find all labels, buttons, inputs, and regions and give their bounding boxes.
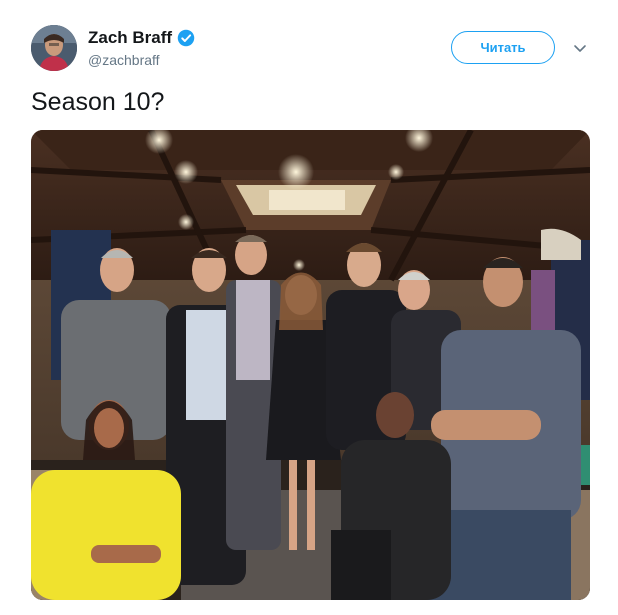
- avatar[interactable]: [31, 25, 77, 71]
- avatar-photo: [31, 25, 77, 71]
- tweet-photo[interactable]: [31, 130, 590, 600]
- verified-badge-icon: [177, 29, 195, 47]
- group-photo: [31, 130, 590, 600]
- user-handle[interactable]: @zachbraff: [88, 52, 160, 68]
- display-name[interactable]: Zach Braff: [88, 28, 172, 48]
- chevron-down-icon[interactable]: [572, 40, 588, 56]
- follow-button[interactable]: Читать: [451, 31, 555, 64]
- tweet-text: Season 10?: [31, 88, 165, 116]
- user-name-row: Zach Braff: [88, 28, 195, 48]
